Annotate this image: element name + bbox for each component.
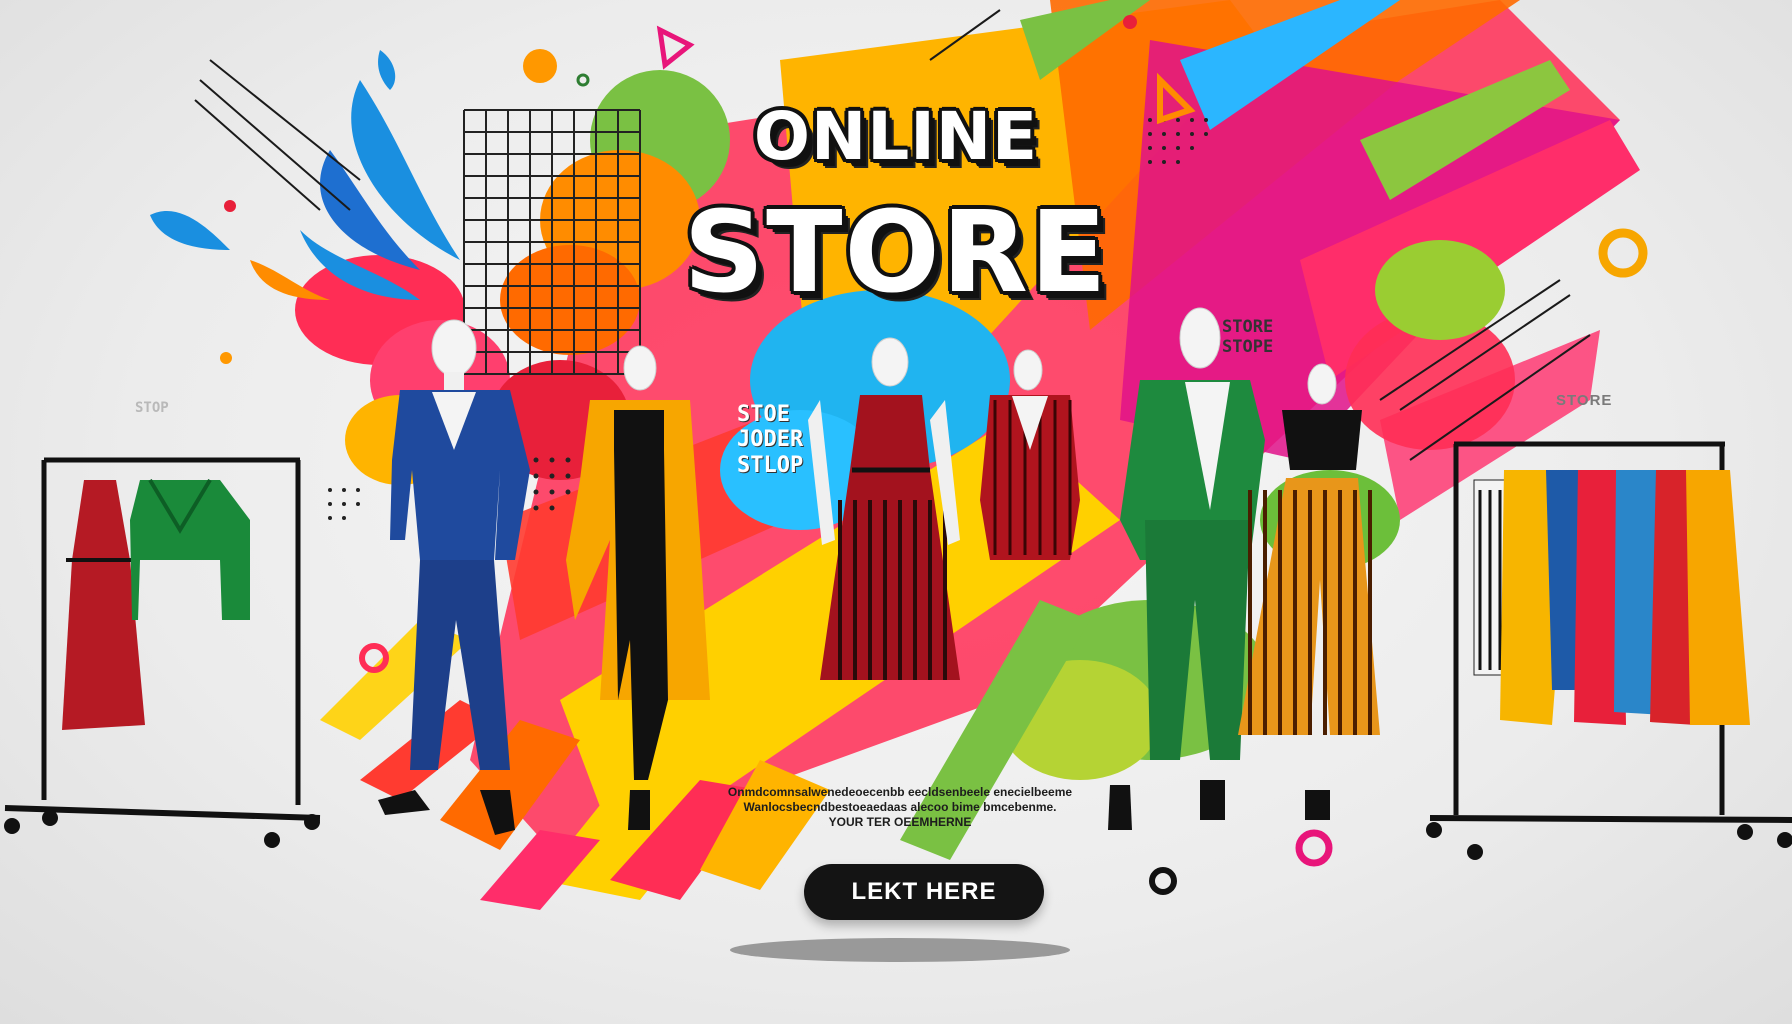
hero-title-online: ONLINE [753,98,1039,175]
cta-button[interactable]: LEKT HERE [804,864,1044,920]
tagline-line: YOUR TER OEEMHERNE [828,815,972,829]
tag-center-line: STLOP [737,452,804,478]
left-clothing-rack [4,457,321,848]
tag-right-top-line: STOPE [1222,336,1274,357]
tagline-line: Wanlocsbecndbestoeaedaas alecoo bime bmc… [743,800,1057,814]
tagline-line: Onmdcomnsalwenedeoecenbb eecldsenbeele e… [727,785,1073,799]
tag-center-line: JODER [737,427,804,453]
tag-center-line: STOE [737,402,790,427]
tag-right-top: STORE STOPE [1222,317,1274,357]
tag-left: STOP [135,400,169,416]
right-clothing-rack [1426,441,1792,860]
tag-right-top-line: STORE [1222,317,1274,337]
tagline: Onmdcomnsalwenedeoecenbb eecldsenbeele e… [700,785,1100,830]
tag-center: STOE JODER STLOP [737,402,803,478]
hero-title-store: STORE [683,188,1109,318]
floor-shadow [730,938,1070,962]
tag-right: STORE [1556,392,1613,409]
